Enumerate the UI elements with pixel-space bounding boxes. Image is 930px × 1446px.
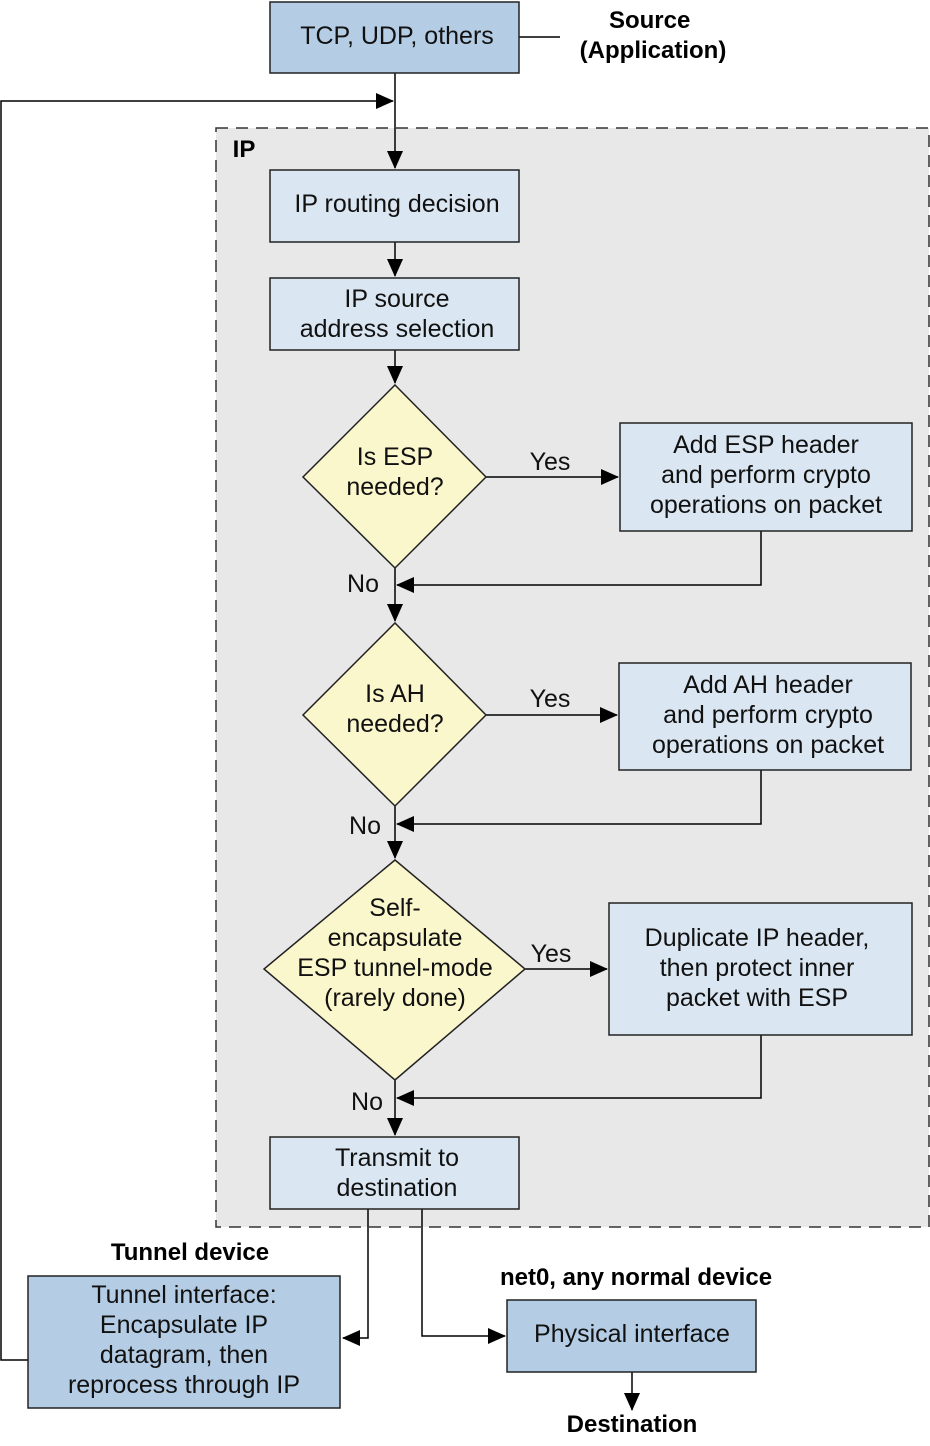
ip-routing-decision-box: IP routing decision: [269, 169, 520, 243]
svg-text:Duplicate IP header,then prote: Duplicate IP header, then protect inner pa…: [645, 924, 870, 1012]
add-esp-header-box: Add ESP header and perform crypto operatio…: [619, 422, 913, 532]
svg-text:TCP, UDP, others: TCP, UDP, others: [300, 22, 494, 50]
svg-text:Add AH headerand perform crypt: Add AH header and perform crypto operation…: [652, 671, 884, 759]
self-yes-label: Yes: [531, 940, 572, 968]
net0-label: net0, any normal device: [500, 1264, 772, 1291]
ipsec-outbound-flow-diagram: IP Source (Application) TCP, UDP, others…: [0, 1, 930, 1438]
svg-text:Physical interface: Physical interface: [534, 1320, 730, 1348]
tunnel-device-label: Tunnel device: [111, 1239, 269, 1266]
esp-yes-label: Yes: [530, 448, 571, 476]
tcp-udp-box: TCP, UDP, others: [269, 1, 520, 74]
ip-source-selection-box: IP source address selection: [269, 277, 520, 351]
ah-no-label: No: [349, 812, 381, 840]
edge-to-physical: [421, 1209, 506, 1344]
source-label: Source (Application): [580, 7, 727, 64]
ah-yes-label: Yes: [530, 685, 571, 713]
add-ah-header-box: Add AH header and perform crypto operation…: [618, 662, 912, 771]
ip-label: IP: [233, 136, 256, 163]
physical-interface-box: Physical interface: [506, 1299, 757, 1373]
esp-no-label: No: [347, 570, 379, 598]
svg-text:Add ESP headerand perform cryp: Add ESP header and perform crypto operatio…: [650, 431, 882, 519]
tunnel-interface-box: Tunnel interface: Encapsulate IP datagram,…: [27, 1275, 341, 1409]
svg-text:IP routing decision: IP routing decision: [294, 190, 499, 218]
edge-to-tunnel: [342, 1209, 369, 1346]
self-no-label: No: [351, 1088, 383, 1116]
destination-label: Destination: [567, 1411, 698, 1438]
duplicate-ip-header-box: Duplicate IP header, then protect inner pa…: [608, 902, 913, 1036]
transmit-box: Transmit to destination: [269, 1136, 520, 1210]
